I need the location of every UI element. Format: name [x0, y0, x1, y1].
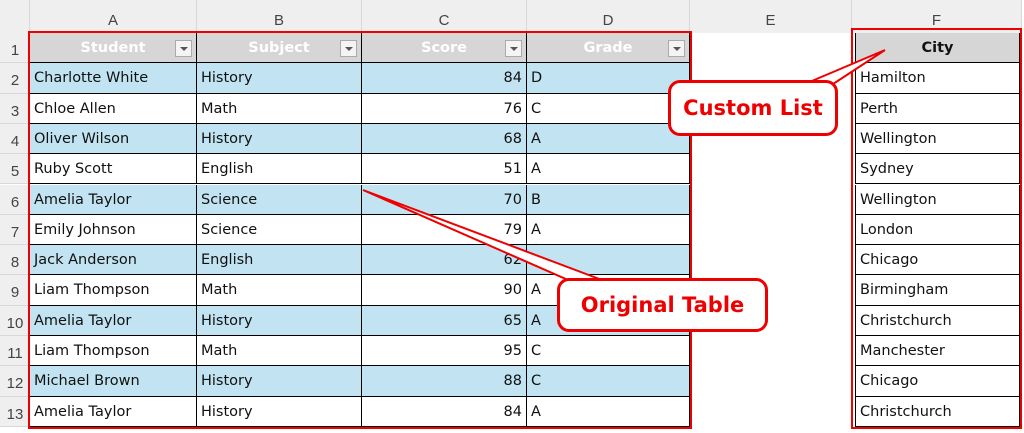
- custom-list-callout: Custom List: [668, 80, 838, 136]
- original-table-callout: Original Table: [557, 278, 768, 332]
- original-table-pointer: [362, 189, 611, 284]
- callout-pointers: [362, 49, 886, 284]
